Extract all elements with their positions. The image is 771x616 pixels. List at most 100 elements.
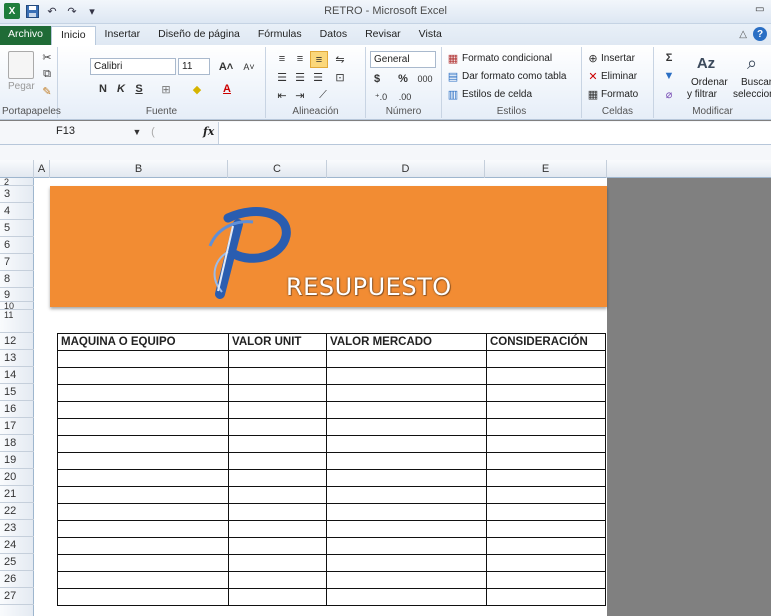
format-as-table-icon[interactable]: ▤ (446, 69, 460, 83)
cell-styles-button[interactable]: Estilos de celda (462, 89, 532, 100)
row-header[interactable]: 19 (0, 452, 34, 469)
header-valor-unit[interactable]: VALOR UNIT (228, 333, 327, 351)
collapse-ribbon-icon[interactable]: △ (739, 29, 747, 40)
insert-function-button[interactable]: fx (203, 125, 214, 138)
copy-icon[interactable]: ⧉ (40, 67, 54, 81)
row-header[interactable]: 2 (0, 178, 34, 187)
wrap-text-icon[interactable]: ⇋ (332, 51, 348, 67)
table-cell[interactable] (326, 384, 487, 402)
row-header[interactable]: 11 (0, 310, 34, 333)
row-header[interactable]: 6 (0, 237, 34, 254)
row-header[interactable]: 25 (0, 554, 34, 571)
underline-button[interactable]: S (132, 81, 146, 97)
table-cell[interactable] (57, 384, 229, 402)
table-cell[interactable] (326, 520, 487, 538)
table-cell[interactable] (57, 486, 229, 504)
header-consideracion[interactable]: CONSIDERACIÓN (486, 333, 606, 351)
increase-decimal-icon[interactable]: ⁺.0 (370, 89, 392, 105)
minimize-ribbon-icon[interactable]: ▭ (755, 4, 767, 16)
row-header[interactable]: 4 (0, 203, 34, 220)
column-header-e[interactable]: E (485, 160, 607, 178)
table-cell[interactable] (228, 520, 327, 538)
row-header[interactable]: 14 (0, 367, 34, 384)
currency-button[interactable]: $ (370, 71, 384, 87)
table-cell[interactable] (326, 537, 487, 555)
table-cell[interactable] (326, 418, 487, 436)
row-header[interactable]: 9 (0, 288, 34, 302)
decrease-indent-icon[interactable]: ⇤ (274, 87, 290, 103)
table-cell[interactable] (228, 469, 327, 487)
borders-icon[interactable]: ⊞ (156, 81, 176, 97)
table-cell[interactable] (57, 435, 229, 453)
table-cell[interactable] (57, 588, 229, 606)
paste-button[interactable]: Pegar (8, 81, 35, 92)
header-maquina-equipo[interactable]: MAQUINA O EQUIPO (57, 333, 229, 351)
sort-filter-icon[interactable]: Az (694, 50, 718, 76)
font-color-icon[interactable]: A (218, 81, 236, 97)
table-cell[interactable] (228, 367, 327, 385)
table-cell[interactable] (326, 350, 487, 368)
table-cell[interactable] (228, 588, 327, 606)
table-cell[interactable] (228, 486, 327, 504)
find-select-icon[interactable]: ⌕ (740, 50, 764, 76)
conditional-format-icon[interactable]: ▦ (446, 51, 460, 65)
tab-revisar[interactable]: Revisar (356, 26, 410, 45)
table-cell[interactable] (326, 401, 487, 419)
table-cell[interactable] (57, 350, 229, 368)
row-header[interactable]: 26 (0, 571, 34, 588)
table-cell[interactable] (486, 418, 606, 436)
table-cell[interactable] (57, 554, 229, 572)
fill-icon[interactable]: ▼ (662, 69, 676, 83)
align-center-icon[interactable]: ☰ (292, 69, 308, 85)
table-cell[interactable] (228, 537, 327, 555)
header-valor-mercado[interactable]: VALOR MERCADO (326, 333, 487, 351)
table-cell[interactable] (326, 503, 487, 521)
table-cell[interactable] (57, 520, 229, 538)
row-header[interactable]: 23 (0, 520, 34, 537)
align-middle-icon[interactable]: ≡ (292, 51, 308, 67)
fill-color-icon[interactable]: ◆ (188, 81, 206, 97)
table-cell[interactable] (57, 401, 229, 419)
sort-filter-label-2[interactable]: y filtrar (687, 89, 717, 100)
percent-button[interactable]: % (396, 71, 410, 87)
table-cell[interactable] (228, 418, 327, 436)
table-cell[interactable] (326, 554, 487, 572)
format-cells-button[interactable]: Formato (601, 89, 638, 100)
table-cell[interactable] (326, 435, 487, 453)
table-cell[interactable] (228, 401, 327, 419)
table-cell[interactable] (486, 401, 606, 419)
table-cell[interactable] (486, 367, 606, 385)
table-cell[interactable] (486, 537, 606, 555)
thousands-button[interactable]: 000 (414, 71, 436, 87)
align-bottom-icon[interactable]: ≡ (310, 51, 328, 68)
header-banner[interactable]: RESUPUESTO (50, 186, 607, 307)
table-cell[interactable] (326, 469, 487, 487)
table-cell[interactable] (228, 452, 327, 470)
align-top-icon[interactable]: ≡ (274, 51, 290, 67)
merge-center-icon[interactable]: ⊡ (330, 69, 350, 85)
paste-icon[interactable] (8, 51, 34, 79)
table-cell[interactable] (57, 469, 229, 487)
column-header-c[interactable]: C (228, 160, 327, 178)
table-cell[interactable] (486, 435, 606, 453)
table-cell[interactable] (228, 384, 327, 402)
table-cell[interactable] (486, 571, 606, 589)
orientation-icon[interactable]: ⟋ (314, 87, 332, 103)
table-cell[interactable] (486, 452, 606, 470)
table-cell[interactable] (486, 486, 606, 504)
column-header-d[interactable]: D (327, 160, 485, 178)
row-header[interactable]: 20 (0, 469, 34, 486)
row-header[interactable]: 13 (0, 350, 34, 367)
row-header[interactable]: 17 (0, 418, 34, 435)
row-header[interactable]: 12 (0, 333, 34, 350)
format-cells-icon[interactable]: ▦ (586, 87, 600, 101)
delete-cells-icon[interactable]: ✕ (586, 69, 600, 83)
table-cell[interactable] (228, 571, 327, 589)
row-header[interactable]: 22 (0, 503, 34, 520)
column-header-b[interactable]: B (50, 160, 228, 178)
table-cell[interactable] (486, 384, 606, 402)
row-header[interactable]: 21 (0, 486, 34, 503)
table-cell[interactable] (486, 588, 606, 606)
column-header-a[interactable]: A (34, 160, 50, 178)
row-header[interactable]: 24 (0, 537, 34, 554)
